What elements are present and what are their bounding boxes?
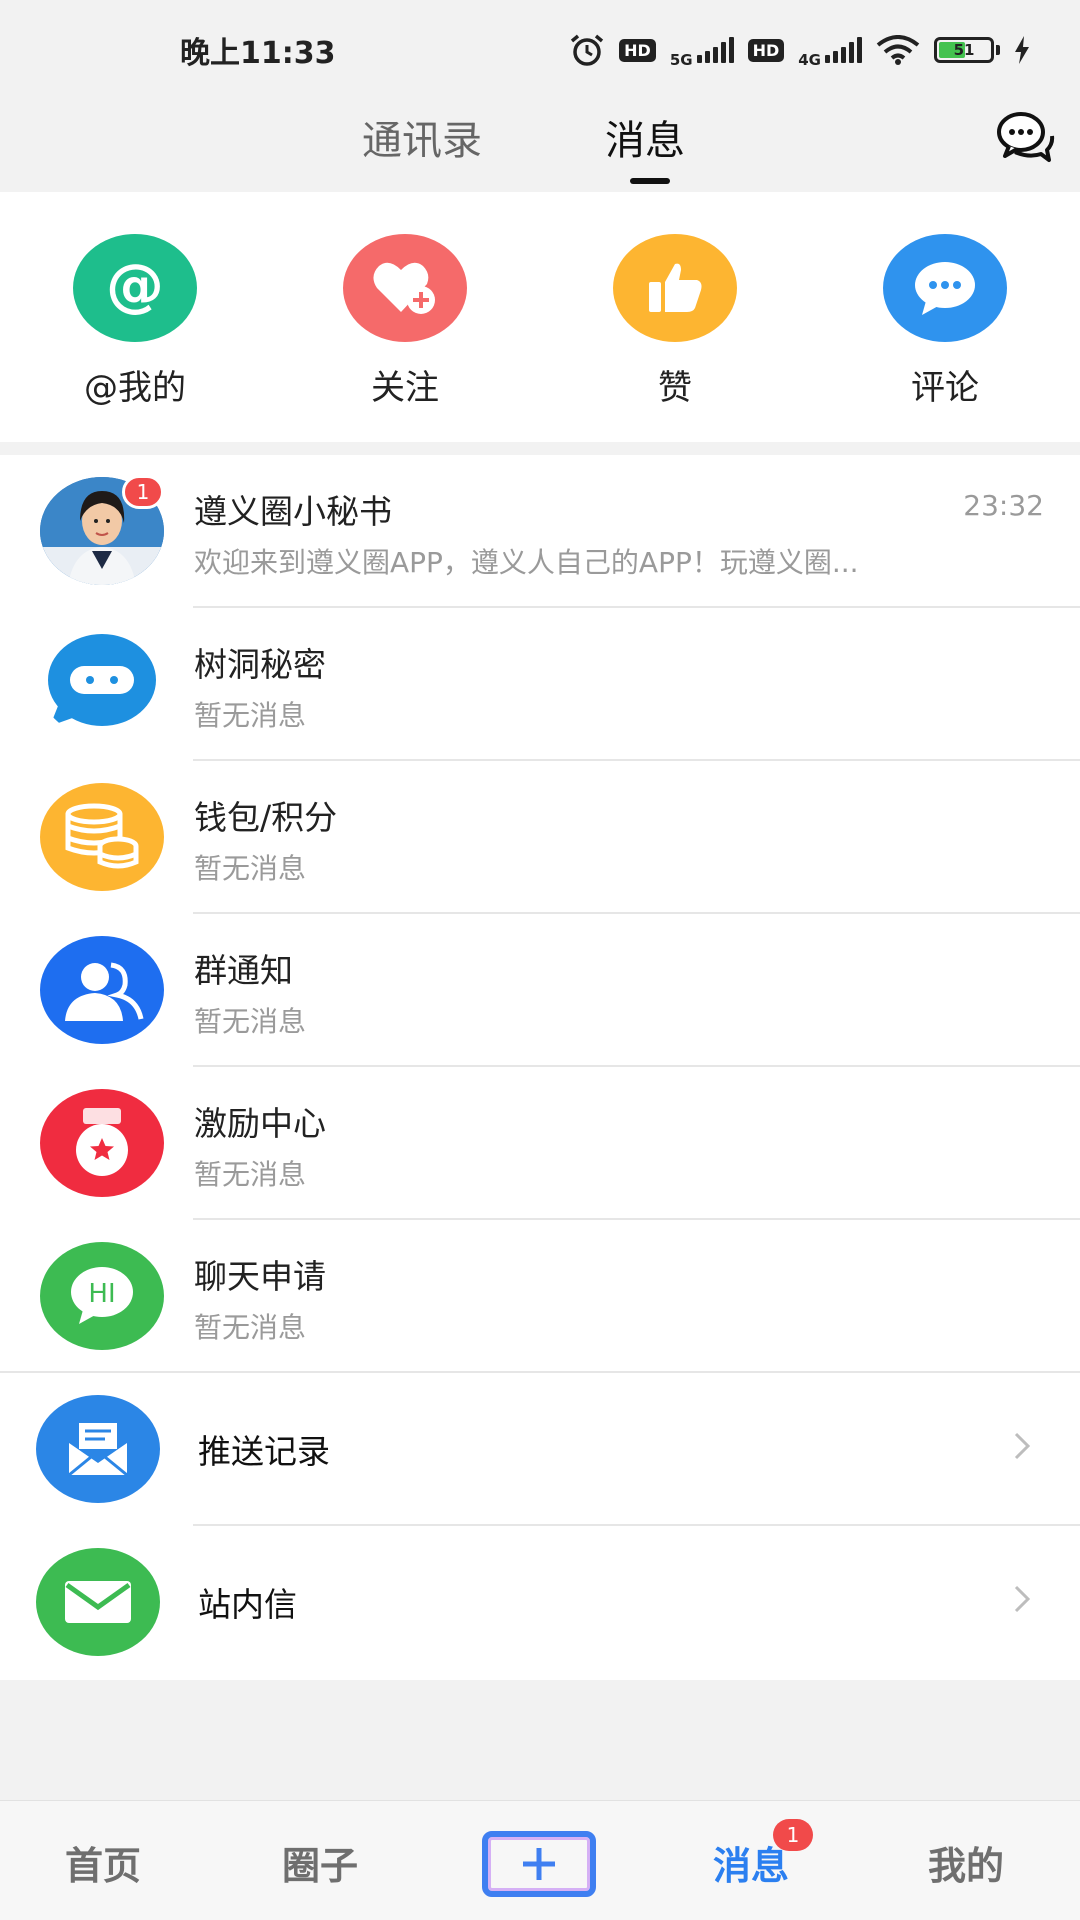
tab-messages[interactable]: 消息 bbox=[605, 108, 685, 166]
bottom-nav: 首页 圈子 消息 1 我的 bbox=[0, 1800, 1080, 1920]
alarm-icon bbox=[571, 34, 604, 66]
wifi-icon bbox=[876, 35, 920, 65]
list-item-preview: 暂无消息 bbox=[194, 1158, 307, 1191]
nav-mine[interactable]: 我的 bbox=[928, 1835, 1004, 1890]
chevron-right-icon bbox=[1014, 1432, 1031, 1460]
network-5g-label: 5G bbox=[669, 51, 693, 69]
list-item-tree-hole[interactable]: 树洞秘密 暂无消息 bbox=[0, 608, 1080, 761]
network-4g-label: 4G bbox=[798, 51, 821, 69]
list-item-group-notice[interactable]: 群通知 暂无消息 bbox=[0, 914, 1080, 1067]
list-item-incentive[interactable]: 激励中心 暂无消息 bbox=[0, 1067, 1080, 1220]
nav-home[interactable]: 首页 bbox=[65, 1835, 141, 1890]
status-time: 晚上11:33 bbox=[180, 36, 336, 71]
at-icon: @ bbox=[73, 234, 197, 342]
group-icon bbox=[40, 936, 164, 1044]
battery-cap bbox=[996, 45, 1000, 55]
quick-comment[interactable]: 评论 bbox=[845, 234, 1045, 409]
quick-like[interactable]: 赞 bbox=[575, 234, 775, 409]
battery-icon: 51 bbox=[934, 37, 994, 63]
list-item-title: 推送记录 bbox=[198, 1432, 330, 1471]
battery-percent: 51 bbox=[953, 41, 975, 59]
list-item-site-mail[interactable]: 站内信 bbox=[0, 1526, 1080, 1679]
coins-icon bbox=[40, 783, 164, 891]
hd-badge-1: HD bbox=[619, 38, 656, 62]
envelope-icon bbox=[36, 1548, 160, 1656]
messages-page: 晚上11:33 HD 5G HD 4G 51 通讯录 消息 @ @我的 关注 赞… bbox=[0, 0, 1080, 1920]
charging-icon bbox=[1015, 36, 1029, 64]
nav-messages-badge: 1 bbox=[773, 1819, 813, 1851]
quick-actions: @ @我的 关注 赞 评论 bbox=[0, 192, 1080, 442]
nav-circle[interactable]: 圈子 bbox=[282, 1835, 358, 1890]
list-item-preview: 暂无消息 bbox=[194, 852, 307, 885]
list-item-title: 遵义圈小秘书 bbox=[194, 492, 392, 531]
signal-4g-icon bbox=[825, 37, 862, 63]
list-item-title: 激励中心 bbox=[194, 1104, 326, 1143]
list-item-preview: 暂无消息 bbox=[194, 1005, 307, 1038]
status-icons: HD 5G HD 4G 51 bbox=[569, 31, 1030, 69]
list-item-preview: 暂无消息 bbox=[194, 1311, 307, 1344]
quick-at-me[interactable]: @ @我的 bbox=[35, 234, 235, 409]
list-item-title: 树洞秘密 bbox=[194, 645, 326, 684]
svg-text:HI: HI bbox=[88, 1279, 115, 1309]
quick-like-label: 赞 bbox=[658, 368, 692, 408]
list-item-preview: 暂无消息 bbox=[194, 699, 307, 732]
plus-icon bbox=[523, 1848, 555, 1880]
list-item-title: 聊天申请 bbox=[194, 1257, 326, 1296]
message-list: 1 遵义圈小秘书 23:32 欢迎来到遵义圈APP，遵义人自己的APP！玩遵义圈… bbox=[0, 455, 1080, 1680]
list-item-wallet[interactable]: 钱包/积分 暂无消息 bbox=[0, 761, 1080, 914]
svg-text:@: @ bbox=[106, 253, 164, 319]
quick-at-me-label: @我的 bbox=[84, 368, 186, 408]
list-item-preview: 欢迎来到遵义圈APP，遵义人自己的APP！玩遵义圈... bbox=[194, 546, 859, 579]
status-bar: 晚上11:33 HD 5G HD 4G 51 bbox=[0, 0, 1080, 100]
quick-follow[interactable]: 关注 bbox=[305, 234, 505, 409]
hi-bubble-icon: HI bbox=[40, 1242, 164, 1350]
chevron-right-icon bbox=[1014, 1585, 1031, 1613]
medal-icon bbox=[40, 1089, 164, 1197]
list-item-chat-request[interactable]: HI 聊天申请 暂无消息 bbox=[0, 1220, 1080, 1373]
thumbs-up-icon bbox=[613, 234, 737, 342]
speech-bubble-icon bbox=[40, 630, 164, 738]
unread-badge: 1 bbox=[122, 475, 164, 509]
tab-active-indicator bbox=[630, 178, 670, 184]
list-item-time: 23:32 bbox=[963, 489, 1044, 522]
tab-contacts[interactable]: 通讯录 bbox=[362, 108, 482, 166]
list-item-title: 钱包/积分 bbox=[194, 798, 338, 837]
list-item-title: 站内信 bbox=[198, 1585, 297, 1624]
list-item-push-history[interactable]: 推送记录 bbox=[0, 1373, 1080, 1526]
quick-follow-label: 关注 bbox=[371, 368, 439, 408]
inbox-icon bbox=[36, 1395, 160, 1503]
list-item-secretary[interactable]: 1 遵义圈小秘书 23:32 欢迎来到遵义圈APP，遵义人自己的APP！玩遵义圈… bbox=[0, 455, 1080, 608]
quick-comment-label: 评论 bbox=[911, 368, 979, 408]
hd-badge-2: HD bbox=[747, 38, 785, 62]
top-tabs: 通讯录 消息 bbox=[0, 100, 1080, 192]
comment-icon bbox=[883, 234, 1007, 342]
heart-plus-icon bbox=[343, 234, 467, 342]
signal-5g-icon bbox=[696, 37, 734, 63]
nav-add-button[interactable] bbox=[482, 1831, 596, 1897]
list-item-title: 群通知 bbox=[194, 951, 293, 990]
chat-bubbles-icon[interactable] bbox=[995, 108, 1055, 164]
